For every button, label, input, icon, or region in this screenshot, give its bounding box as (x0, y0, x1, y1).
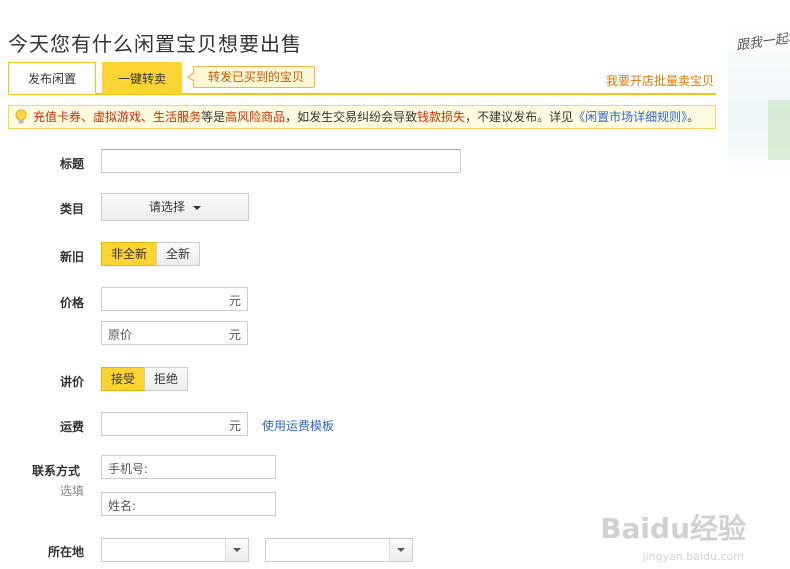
chevron-down-icon (225, 539, 248, 561)
price-input[interactable]: 元 (101, 287, 248, 311)
chevron-down-icon (389, 539, 412, 561)
decoration-block (768, 100, 790, 160)
category-select-button[interactable]: 请选择 (101, 193, 249, 221)
original-price-unit: 元 (228, 328, 241, 342)
shipping-unit: 元 (228, 419, 241, 433)
chevron-down-icon (193, 205, 201, 210)
notice-item-cards: 充值卡券 (33, 110, 82, 124)
shipping-label: 运费 (59, 420, 84, 434)
lightbulb-icon (15, 109, 27, 124)
category-select-label: 请选择 (148, 200, 185, 214)
title-input[interactable] (101, 149, 461, 173)
tab-publish-idle[interactable]: 发布闲置 (8, 62, 96, 94)
contact-label: 联系方式 (31, 464, 80, 478)
baidu-watermark: Baidu经验 (600, 512, 746, 545)
condition-new-button[interactable]: 全新 (156, 242, 200, 266)
category-label: 类目 (59, 202, 84, 216)
notice-money-loss: 钱款损失 (417, 110, 466, 124)
baidu-watermark-url: jingyan.baidu.com (642, 550, 744, 563)
batch-sell-link[interactable]: 我要开店批量卖宝贝 (606, 72, 714, 89)
bargain-accept-button[interactable]: 接受 (101, 367, 145, 391)
shipping-input[interactable]: 元 (101, 412, 248, 436)
shipping-template-link[interactable]: 使用运费模板 (262, 417, 334, 434)
original-price-placeholder: 原价 (108, 328, 133, 342)
price-label: 价格 (59, 296, 84, 310)
city-select[interactable] (265, 538, 413, 562)
title-label: 标题 (59, 157, 84, 171)
bargain-label: 讲价 (59, 375, 84, 389)
risk-notice: 充值卡券、虚拟游戏、生活服务等是高风险商品，如发生交易纠纷会导致钱款损失，不建议… (8, 105, 716, 129)
name-input[interactable]: 姓名: (101, 492, 276, 516)
notice-item-services: 生活服务 (153, 110, 202, 124)
resell-tip: 转发已买到的宝贝 (186, 66, 316, 88)
phone-input[interactable]: 手机号: (101, 455, 276, 479)
notice-item-games: 虚拟游戏 (93, 110, 142, 124)
name-placeholder: 姓名: (108, 499, 137, 513)
contact-optional-hint: 选填 (59, 484, 84, 498)
location-label: 所在地 (47, 545, 84, 559)
province-select[interactable] (101, 538, 249, 562)
tab-label: 发布闲置 (27, 72, 76, 86)
tab-label: 一键转卖 (117, 72, 166, 86)
condition-label: 新旧 (59, 250, 84, 264)
phone-placeholder: 手机号: (108, 462, 149, 476)
condition-used-button[interactable]: 非全新 (101, 242, 157, 266)
market-rules-link[interactable]: 《闲置市场详细规则》 (573, 110, 687, 124)
bargain-reject-button[interactable]: 拒绝 (144, 367, 188, 391)
tab-one-click-resell[interactable]: 一键转卖 (102, 62, 182, 94)
original-price-input[interactable]: 原价 元 (101, 321, 248, 345)
price-unit: 元 (228, 294, 241, 308)
notice-high-risk: 高风险商品 (225, 110, 286, 124)
page-title: 今天您有什么闲置宝贝想要出售 (8, 32, 302, 56)
